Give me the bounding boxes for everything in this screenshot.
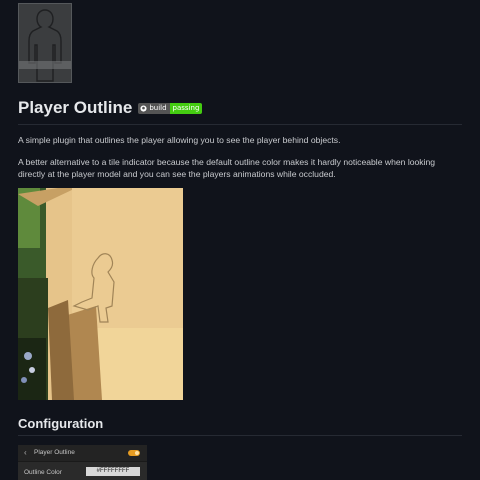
chevron-left-icon[interactable]: ‹ bbox=[24, 448, 27, 457]
gameplay-screenshot bbox=[18, 188, 183, 400]
configuration-divider bbox=[18, 435, 462, 436]
build-status-badge[interactable]: build passing bbox=[138, 102, 203, 114]
title-divider bbox=[18, 124, 462, 125]
github-icon bbox=[140, 104, 147, 112]
description-paragraph: A better alternative to a tile indicator… bbox=[18, 157, 436, 179]
configuration-heading: Configuration bbox=[18, 416, 104, 431]
badge-status: passing bbox=[169, 102, 203, 114]
title-row: Player Outline build passing bbox=[18, 98, 203, 118]
outline-color-picker[interactable]: #FFFFFFFF bbox=[86, 467, 140, 476]
config-panel-header: ‹ Player Outline bbox=[18, 445, 147, 462]
player-silhouette-icon bbox=[28, 9, 62, 82]
outline-color-label: Outline Color bbox=[24, 469, 62, 476]
plugin-enable-toggle[interactable] bbox=[128, 450, 140, 456]
config-panel: ‹ Player Outline Outline Color #FFFFFFFF bbox=[18, 445, 147, 480]
intro-paragraph: A simple plugin that outlines the player… bbox=[18, 135, 341, 145]
config-panel-title: Player Outline bbox=[34, 449, 75, 456]
outlined-player-scene bbox=[18, 188, 183, 400]
page-title: Player Outline bbox=[18, 98, 133, 117]
player-silhouette-thumbnail bbox=[18, 3, 72, 83]
badge-label: build bbox=[138, 102, 170, 114]
